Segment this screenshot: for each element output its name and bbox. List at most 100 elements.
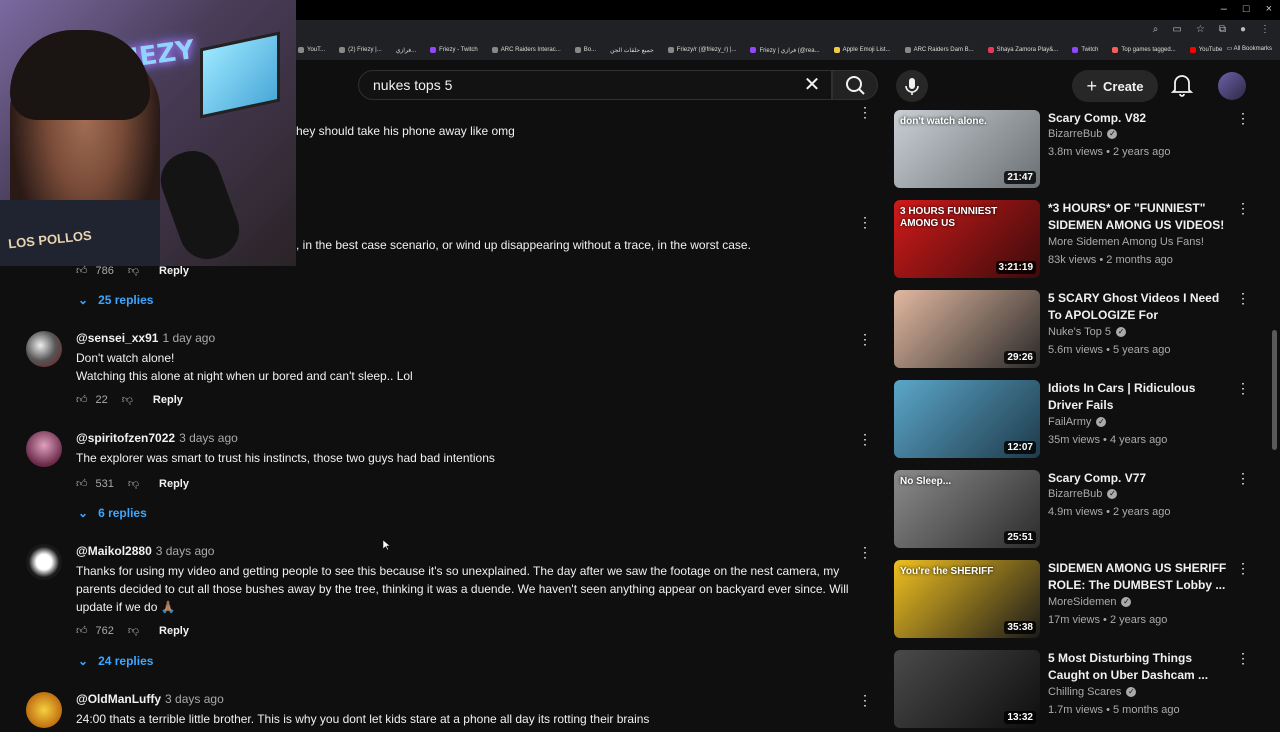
bookmark-item[interactable]: YouTube [1189, 47, 1222, 53]
zoom-icon[interactable]: ⌕ [1153, 24, 1159, 35]
close-window-button[interactable]: × [1266, 3, 1272, 15]
bookmark-item[interactable]: Apple Emoji List... [833, 47, 891, 53]
bookmark-item[interactable]: YouT... [298, 47, 325, 53]
video-title[interactable]: *3 HOURS* OF "FUNNIEST" SIDEMEN AMONG US… [1048, 200, 1228, 234]
reply-button[interactable]: Reply [159, 625, 189, 637]
channel-name[interactable]: More Sidemen Among Us Fans! [1048, 236, 1204, 248]
bookmark-item[interactable]: Shaya Zamora Play&... [987, 47, 1058, 53]
comment-menu-icon[interactable]: ⋮ [858, 104, 872, 120]
dislike-icon[interactable]: 👎︎ [122, 393, 133, 406]
dislike-icon[interactable]: 👎︎ [128, 264, 139, 277]
bookmark-item[interactable]: Bo... [574, 47, 596, 53]
comment-time[interactable]: 3 days ago [165, 692, 224, 706]
bookmark-item[interactable]: Twitch [1072, 47, 1098, 53]
video-thumbnail[interactable]: You're the SHERIFF 35:38 [894, 560, 1040, 638]
account-avatar[interactable] [1218, 72, 1246, 100]
comment-menu-icon[interactable]: ⋮ [858, 431, 872, 447]
view-replies-button[interactable]: ⌄ 24 replies [78, 654, 153, 668]
bookmark-item[interactable]: Top games tagged... [1112, 47, 1176, 53]
avatar[interactable] [26, 431, 62, 467]
comment-time[interactable]: 3 days ago [179, 431, 238, 445]
video-thumbnail[interactable]: No Sleep... 25:51 [894, 470, 1040, 548]
video-title[interactable]: 5 SCARY Ghost Videos I Need To APOLOGIZE… [1048, 290, 1228, 324]
search-input[interactable]: nukes tops 5 [358, 70, 832, 100]
channel-name[interactable]: BizarreBub [1048, 128, 1102, 140]
video-menu-icon[interactable]: ⋮ [1236, 470, 1250, 486]
video-title[interactable]: Scary Comp. V82 [1048, 110, 1228, 127]
channel-name[interactable]: BizarreBub [1048, 488, 1102, 500]
channel-name[interactable]: Chilling Scares [1048, 686, 1121, 698]
profile-icon[interactable]: ● [1240, 24, 1246, 35]
bookmark-item[interactable]: فرازي... [396, 47, 416, 54]
comment-menu-icon[interactable]: ⋮ [858, 214, 872, 230]
comment-author[interactable]: @Maikol2880 [76, 544, 152, 558]
comment-menu-icon[interactable]: ⋮ [858, 692, 872, 708]
video-menu-icon[interactable]: ⋮ [1236, 110, 1250, 126]
video-title[interactable]: Idiots In Cars | Ridiculous Driver Fails [1048, 380, 1228, 414]
like-icon[interactable]: 👍︎ [76, 624, 88, 637]
reply-button[interactable]: Reply [159, 478, 189, 490]
recommended-video[interactable]: You're the SHERIFF 35:38 SIDEMEN AMONG US … [894, 560, 1264, 642]
video-thumbnail[interactable]: 12:07 [894, 380, 1040, 458]
like-icon[interactable]: 👍︎ [76, 477, 88, 490]
maximize-button[interactable]: □ [1243, 3, 1250, 15]
video-menu-icon[interactable]: ⋮ [1236, 200, 1250, 216]
extensions-icon[interactable]: ⧉ [1219, 24, 1226, 35]
bookmark-item[interactable]: جميع حلقات الجن [610, 47, 654, 54]
notifications-button[interactable] [1170, 72, 1194, 98]
bookmark-item[interactable]: Friezy | فرازي (@rea... [750, 47, 820, 54]
star-icon[interactable]: ☆ [1196, 24, 1205, 35]
bookmark-item[interactable]: ARC Raiders Dam B... [904, 47, 974, 53]
video-thumbnail[interactable]: 29:26 [894, 290, 1040, 368]
comment-author[interactable]: @OldManLuffy [76, 692, 161, 706]
reply-button[interactable]: Reply [159, 265, 189, 277]
clear-search-icon[interactable]: ✕ [800, 73, 824, 97]
channel-name[interactable]: MoreSidemen [1048, 596, 1116, 608]
like-icon[interactable]: 👍︎ [76, 264, 88, 277]
minimize-button[interactable]: – [1221, 3, 1227, 15]
bookmark-item[interactable]: Friezy - Twitch [430, 47, 478, 53]
like-icon[interactable]: 👍︎ [76, 393, 88, 406]
video-thumbnail[interactable]: don't watch alone. 21:47 [894, 110, 1040, 188]
voice-search-button[interactable] [896, 70, 928, 102]
comment-menu-icon[interactable]: ⋮ [858, 544, 872, 560]
recommended-video[interactable]: No Sleep... 25:51 Scary Comp. V77 BizarreBu… [894, 470, 1264, 552]
video-menu-icon[interactable]: ⋮ [1236, 560, 1250, 576]
avatar[interactable] [26, 331, 62, 367]
scrollbar[interactable] [1272, 330, 1277, 450]
comment-menu-icon[interactable]: ⋮ [858, 331, 872, 347]
dislike-icon[interactable]: 👎︎ [128, 477, 139, 490]
create-button[interactable]: + Create [1072, 70, 1158, 102]
video-menu-icon[interactable]: ⋮ [1236, 650, 1250, 666]
reply-button[interactable]: Reply [153, 394, 183, 406]
video-menu-icon[interactable]: ⋮ [1236, 290, 1250, 306]
all-bookmarks-button[interactable]: ▭ All Bookmarks [1227, 45, 1272, 52]
channel-name[interactable]: Nuke's Top 5 [1048, 326, 1111, 338]
view-replies-button[interactable]: ⌄ 6 replies [78, 506, 147, 520]
comment-author[interactable]: @spiritofzen7022 [76, 431, 175, 445]
avatar[interactable] [26, 544, 62, 580]
channel-name[interactable]: FailArmy [1048, 416, 1091, 428]
bookmark-item[interactable]: (2) Friezy |... [339, 47, 382, 53]
video-menu-icon[interactable]: ⋮ [1236, 380, 1250, 396]
comment-author[interactable]: @sensei_xx91 [76, 331, 158, 345]
recommended-video[interactable]: 29:26 5 SCARY Ghost Videos I Need To APOL… [894, 290, 1264, 372]
video-title[interactable]: SIDEMEN AMONG US SHERIFF ROLE: The DUMBE… [1048, 560, 1228, 594]
video-thumbnail[interactable]: 3 HOURS FUNNIEST AMONG US 3:21:19 [894, 200, 1040, 278]
avatar[interactable] [26, 692, 62, 728]
recommended-video[interactable]: don't watch alone. 21:47 Scary Comp. V82 Bi… [894, 110, 1264, 192]
bookmark-item[interactable]: Friezy/r (@friezy_r) |... [667, 47, 736, 53]
video-title[interactable]: Scary Comp. V77 [1048, 470, 1228, 487]
video-title[interactable]: 5 Most Disturbing Things Caught on Uber … [1048, 650, 1228, 684]
recommended-video[interactable]: 12:07 Idiots In Cars | Ridiculous Driver … [894, 380, 1264, 462]
comment-time[interactable]: 1 day ago [162, 331, 215, 345]
search-button[interactable] [832, 70, 878, 100]
video-thumbnail[interactable]: 13:32 [894, 650, 1040, 728]
bookmark-item[interactable]: ARC Raiders Interac... [491, 47, 561, 53]
comment-time[interactable]: 3 days ago [156, 544, 215, 558]
dislike-icon[interactable]: 👎︎ [128, 624, 139, 637]
view-replies-button[interactable]: ⌄ 25 replies [78, 293, 153, 307]
menu-icon[interactable]: ⋮ [1260, 24, 1270, 35]
recommended-video[interactable]: 3 HOURS FUNNIEST AMONG US 3:21:19 *3 HOURS… [894, 200, 1264, 282]
cast-icon[interactable]: ▭ [1172, 24, 1181, 35]
